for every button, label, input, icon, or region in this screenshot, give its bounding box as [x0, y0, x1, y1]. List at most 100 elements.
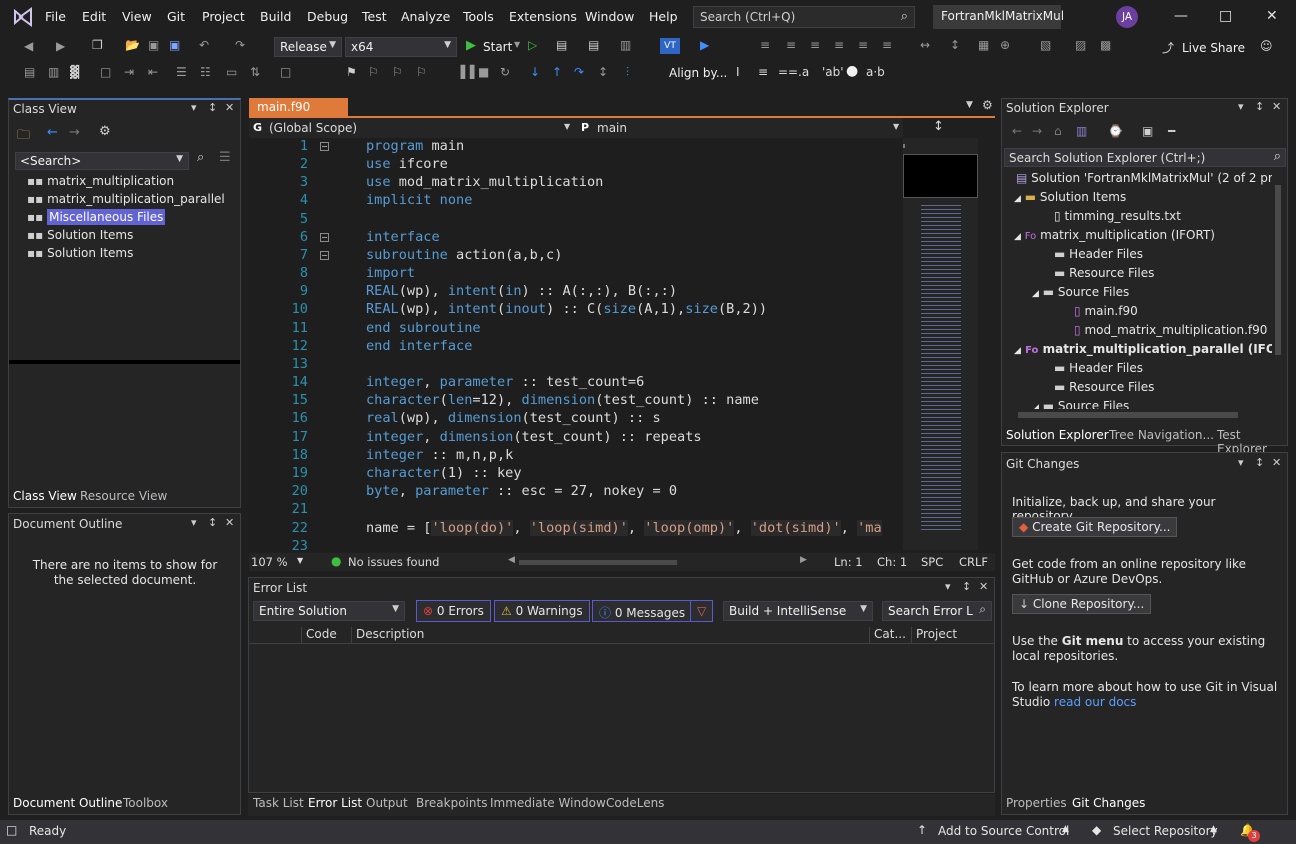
pin-icon[interactable]: ↕ — [208, 101, 217, 114]
avatar[interactable]: JA — [1116, 6, 1138, 28]
align-middle-icon[interactable]: ≡ — [882, 38, 892, 52]
comment-icon[interactable]: ☰ — [176, 65, 187, 79]
errors-filter-button[interactable]: ⊗ 0 Errors — [416, 600, 491, 622]
platform-select[interactable]: x64 ▼ — [345, 37, 457, 57]
back-icon[interactable]: ◀ — [24, 39, 33, 53]
menu-help[interactable]: Help — [649, 9, 678, 24]
fold-toggle-icon[interactable]: − — [320, 142, 329, 151]
filter-icon[interactable]: ⫶ — [626, 65, 629, 80]
align-eq-icon[interactable]: ≡ — [758, 65, 768, 79]
start-icon[interactable]: ▶ — [466, 38, 476, 53]
close-icon[interactable]: ✕ — [1272, 100, 1281, 113]
tree-item-folder[interactable]: ◢ ▬ Solution Items — [1014, 190, 1126, 204]
column-category[interactable]: Cat... — [869, 627, 906, 643]
start-without-debug-icon[interactable]: ▷ — [528, 38, 537, 52]
tree-item-folder[interactable]: ▬ Header Files — [1054, 361, 1143, 375]
uncomment-icon[interactable]: ☷ — [200, 65, 211, 79]
chevron-up-icon[interactable]: ▲ — [1062, 824, 1069, 834]
scrollbar-thumb[interactable] — [1018, 412, 1238, 418]
read-docs-link[interactable]: read our docs — [1054, 695, 1136, 709]
class-item[interactable]: ▪▪ Miscellaneous Files — [27, 209, 166, 225]
grid-icon[interactable]: ▦ — [978, 38, 989, 52]
tab-task-list[interactable]: Task List — [253, 796, 304, 810]
pin-icon[interactable]: ↕ — [1255, 100, 1264, 113]
tab-document-outline[interactable]: Document Outline — [13, 796, 122, 810]
align-right-icon[interactable]: ≡ — [834, 38, 844, 52]
split-icon[interactable]: ↕ — [933, 119, 944, 134]
close-icon[interactable]: ✕ — [1266, 8, 1278, 24]
menu-file[interactable]: File — [45, 9, 66, 24]
output-icon[interactable]: □ — [6, 823, 17, 837]
tree-item-folder[interactable]: ▬ Header Files — [1054, 247, 1143, 261]
chevron-down-icon[interactable]: ▼ — [564, 122, 570, 131]
solution-search-input[interactable]: Search Solution Explorer (Ctrl+;) ⌕ — [1004, 148, 1286, 167]
pin-icon[interactable]: ↕ — [962, 580, 971, 593]
step-into-icon[interactable]: ↓ — [530, 65, 540, 79]
chevron-down-icon[interactable]: ▼ — [514, 40, 520, 49]
scope-select[interactable]: (Global Scope) — [269, 121, 357, 135]
doc-icon[interactable]: □ — [100, 65, 111, 79]
dot-icon[interactable]: .a — [798, 65, 809, 79]
class-item[interactable]: ▪▪ matrix_multiplication — [27, 174, 174, 188]
chevron-up-icon[interactable]: ▲ — [1210, 824, 1217, 834]
filter-funnel-icon[interactable]: ▽ — [690, 600, 714, 622]
tree-item-folder[interactable]: ▬ Resource Files — [1054, 266, 1154, 280]
tree-item-file[interactable]: ▯ timming_results.txt — [1054, 209, 1181, 223]
order-icon[interactable]: ▧ — [1040, 38, 1051, 52]
tree-item-file[interactable]: ▯ mod_matrix_multiplication.f90 — [1074, 323, 1267, 337]
close-icon[interactable]: ✕ — [979, 580, 988, 593]
menu-window[interactable]: Window — [585, 9, 634, 24]
tab-breakpoints[interactable]: Breakpoints — [416, 796, 487, 810]
gear-icon[interactable]: ⚙ — [982, 98, 993, 112]
pause-icon[interactable]: ▐▐ — [456, 65, 474, 79]
align-center-icon[interactable]: ≡ — [810, 38, 820, 52]
chart-icon[interactable]: ▓ — [70, 65, 79, 79]
tab-tree-navigation[interactable]: Tree Navigation... — [1109, 428, 1214, 442]
sort-icon[interactable]: ⇅ — [250, 65, 260, 79]
tree-item-solution[interactable]: ▤ Solution 'FortranMklMatrixMul' (2 of 2… — [1016, 171, 1272, 185]
dropdown-icon[interactable]: ▾ — [945, 580, 951, 593]
clear-bookmarks-icon[interactable]: ⚐ — [416, 65, 427, 79]
tab-class-view[interactable]: Class View — [13, 489, 77, 503]
search-box[interactable]: Search (Ctrl+Q) ⌕ — [693, 6, 915, 28]
quote-icon[interactable]: 'ab' — [822, 65, 844, 79]
save-icon[interactable]: ▣ — [148, 38, 159, 52]
menu-build[interactable]: Build — [260, 9, 291, 24]
undo-icon[interactable]: ↶ — [199, 38, 209, 52]
collapse-icon[interactable]: ▣ — [1142, 124, 1153, 138]
pin-icon[interactable]: ↕ — [1255, 456, 1264, 469]
line-indicator[interactable]: Ln: 1 — [834, 555, 863, 569]
list-icon[interactable]: ☰ — [219, 150, 231, 165]
ab-icon[interactable]: a·b — [866, 65, 885, 79]
tab-output[interactable]: Output — [366, 796, 408, 810]
switch-view-icon[interactable]: ▥ — [1076, 124, 1087, 138]
align-by-button[interactable]: Align by... — [669, 66, 727, 80]
vertical-scrollbar[interactable] — [1273, 171, 1283, 403]
run-icon[interactable]: ▶ — [700, 38, 709, 52]
align-top-icon[interactable]: ≡ — [858, 38, 868, 52]
column-indicator[interactable]: Ch: 1 — [877, 555, 907, 569]
column-code[interactable]: Code — [301, 627, 337, 643]
menu-analyze[interactable]: Analyze — [401, 9, 450, 24]
whitespace-indicator[interactable]: SPC — [921, 555, 943, 569]
save-all-icon[interactable]: ▣ — [169, 38, 180, 52]
lock-icon[interactable]: ▨ — [1075, 38, 1086, 52]
stop-icon[interactable]: ■ — [478, 65, 489, 79]
fold-toggle-icon[interactable]: − — [320, 251, 329, 260]
messages-filter-button[interactable]: ⓘ 0 Messages — [592, 600, 693, 622]
outdent-icon[interactable]: ⇤ — [148, 65, 158, 79]
bookmark-icon[interactable]: ⚑ — [346, 65, 357, 79]
bracket-icon[interactable]: ▭ — [226, 65, 237, 79]
splitter[interactable] — [9, 360, 240, 364]
tab-error-list[interactable]: Error List — [308, 796, 362, 810]
vtune-icon[interactable]: VT — [660, 38, 680, 54]
class-item[interactable]: ▪▪ Solution Items — [27, 228, 133, 242]
minimize-icon[interactable]: — — [1174, 8, 1188, 24]
dropdown-icon[interactable]: ▾ — [1238, 100, 1244, 113]
menu-extensions[interactable]: Extensions — [509, 9, 577, 24]
prev-bookmark-icon[interactable]: ⚐ — [368, 65, 379, 79]
config-select[interactable]: Release ▼ — [274, 37, 342, 57]
tab-immediate-window[interactable]: Immediate Window — [490, 796, 606, 810]
feedback-icon[interactable]: ☺ — [1260, 39, 1273, 53]
align-left-icon[interactable]: ≡ — [786, 38, 796, 52]
